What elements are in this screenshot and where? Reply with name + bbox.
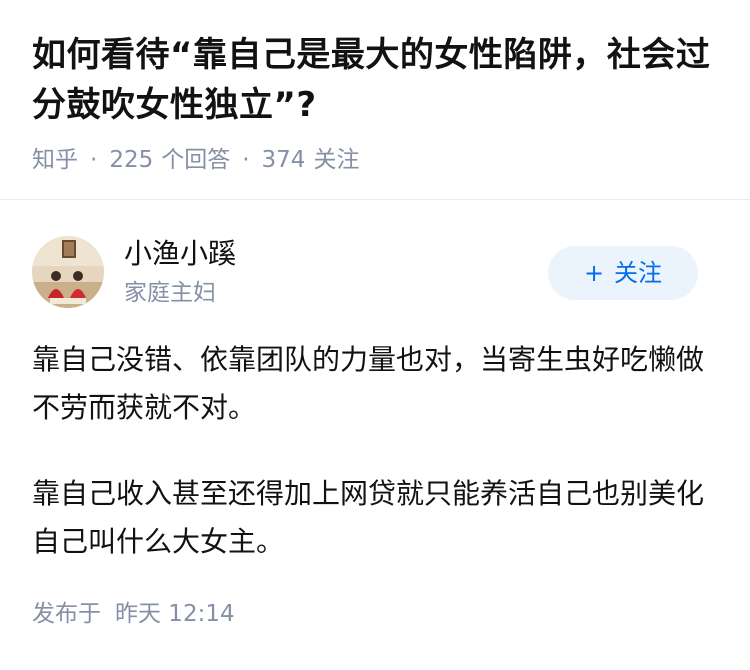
answer-count-label: 个回答: [161, 147, 231, 173]
answer-card: 小渔小蹊 家庭主妇 + 关注 靠自己没错、依靠团队的力量也对，当寄生虫好吃懒做不劳…: [0, 200, 750, 670]
question-meta: 知乎 · 225 个回答 · 374 关注: [32, 144, 359, 176]
author-name[interactable]: 小渔小蹊: [124, 236, 236, 272]
publish-timestamp: 昨天 12:14: [115, 601, 235, 627]
publish-label: 发布于: [32, 601, 101, 627]
author-bio: 家庭主妇: [124, 280, 216, 306]
follower-count-label: 关注: [313, 147, 360, 173]
separator-dot: ·: [242, 147, 250, 173]
plus-icon: +: [583, 259, 605, 287]
follow-button-label: 关注: [614, 259, 663, 287]
publish-time: 发布于 昨天 12:14: [32, 598, 235, 630]
answer-count: 225: [109, 147, 154, 173]
question-header: 如何看待“靠自己是最大的女性陷阱，社会过分鼓吹女性独立”? 知乎 · 225 个回答 ·…: [0, 0, 750, 196]
source-label[interactable]: 知乎: [32, 147, 78, 173]
follow-button[interactable]: + 关注: [548, 246, 698, 300]
separator-dot: ·: [90, 147, 98, 173]
question-title[interactable]: 如何看待“靠自己是最大的女性陷阱，社会过分鼓吹女性独立”?: [32, 30, 718, 130]
follower-count: 374: [261, 147, 306, 173]
avatar-photo-icon: [32, 236, 104, 308]
answer-paragraph: 靠自己收入甚至还得加上网贷就只能养活自己也别美化自己叫什么大女主。: [32, 477, 705, 558]
answer-paragraph: 靠自己没错、依靠团队的力量也对，当寄生虫好吃懒做不劳而获就不对。: [32, 343, 705, 424]
avatar[interactable]: [32, 236, 104, 308]
